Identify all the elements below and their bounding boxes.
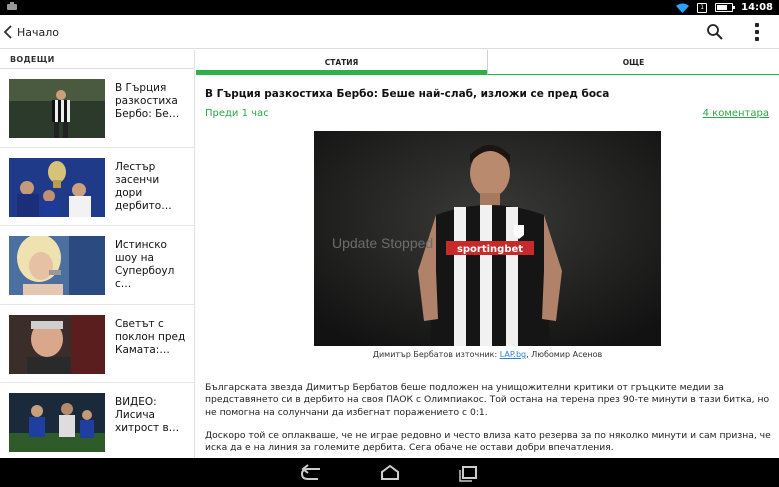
nav-recents-icon[interactable]: [455, 463, 483, 483]
story-title: Истинско шоу на Супербоул с…: [115, 239, 175, 290]
sidebar-title: ВОДЕЩИ: [0, 50, 194, 69]
caption-source-link[interactable]: LAP.bg: [500, 350, 526, 359]
back-label: Начало: [17, 25, 60, 39]
story-thumbnail: [9, 236, 105, 295]
story-thumbnail: [9, 79, 105, 138]
list-item[interactable]: В Гърция разкостиха Бербо: Бе…: [0, 69, 194, 148]
photo-sponsor-text: sportingbet: [457, 244, 523, 255]
back-button[interactable]: Начало: [3, 15, 59, 49]
article-paragraph: Българската звезда Димитър Бербатов беше…: [205, 382, 770, 418]
story-title: ВИДЕО: Лисича хитрост в…: [115, 396, 180, 434]
status-icons: 1 14:08: [676, 1, 773, 14]
story-thumbnail: [9, 157, 105, 217]
article-view: В Гърция разкостиха Бербо: Беше най-слаб…: [196, 76, 779, 458]
article-photo: sportingbet Update Stopped: [314, 131, 661, 346]
battery-icon: [715, 3, 736, 12]
sim-icon: 1: [697, 2, 708, 13]
list-item[interactable]: Истинско шоу на Супербоул с…: [0, 226, 194, 305]
tab-article[interactable]: СТАТИЯ: [196, 50, 487, 75]
list-item[interactable]: ВИДЕО: Лисича хитрост в…: [0, 383, 194, 458]
story-title: Светът с поклон пред Камата:…: [115, 317, 186, 356]
story-title: Лестър засенчи дори дербито…: [115, 160, 172, 212]
nav-home-icon[interactable]: [376, 463, 404, 483]
overflow-menu-icon[interactable]: [749, 22, 765, 42]
search-icon[interactable]: [706, 23, 724, 41]
photo-caption: Димитър Бербатов източник: LAP.bg, Любом…: [196, 350, 779, 359]
article-paragraph: Доскоро той се оплакваше, че не играе ре…: [205, 430, 771, 454]
tab-bar: СТАТИЯ ОЩЕ: [196, 50, 779, 75]
clock: 14:08: [741, 2, 773, 13]
app-screen: 1 14:08 Начало ВОДЕЩИ В Гърция разкостих…: [0, 0, 779, 487]
notification-icon: [6, 2, 18, 14]
action-bar: Начало: [0, 15, 779, 49]
tab-more[interactable]: ОЩЕ: [487, 50, 779, 75]
list-item[interactable]: Лестър засенчи дори дербито…: [0, 148, 194, 226]
sidebar: ВОДЕЩИ В Гърция разкостиха Бербо: Бе… Ле…: [0, 50, 195, 458]
navigation-bar: [0, 458, 779, 487]
story-thumbnail: [9, 393, 105, 452]
story-thumbnail: [9, 314, 105, 374]
list-item[interactable]: Светът с поклон пред Камата:…: [0, 305, 194, 383]
update-stopped-overlay: Update Stopped: [332, 235, 434, 251]
caption-suffix: , Любомир Асенов: [526, 350, 603, 359]
status-bar: 1 14:08: [0, 0, 779, 15]
wifi-icon: [676, 3, 690, 13]
story-title: В Гърция разкостиха Бербо: Бе…: [115, 82, 180, 120]
article-headline: В Гърция разкостиха Бербо: Беше най-слаб…: [205, 88, 610, 100]
chevron-left-icon: [3, 25, 12, 39]
caption-prefix: Димитър Бербатов източник:: [372, 350, 500, 359]
nav-back-icon[interactable]: [298, 463, 326, 483]
comments-link[interactable]: 4 коментара: [703, 108, 769, 119]
article-time: Преди 1 час: [205, 108, 269, 119]
